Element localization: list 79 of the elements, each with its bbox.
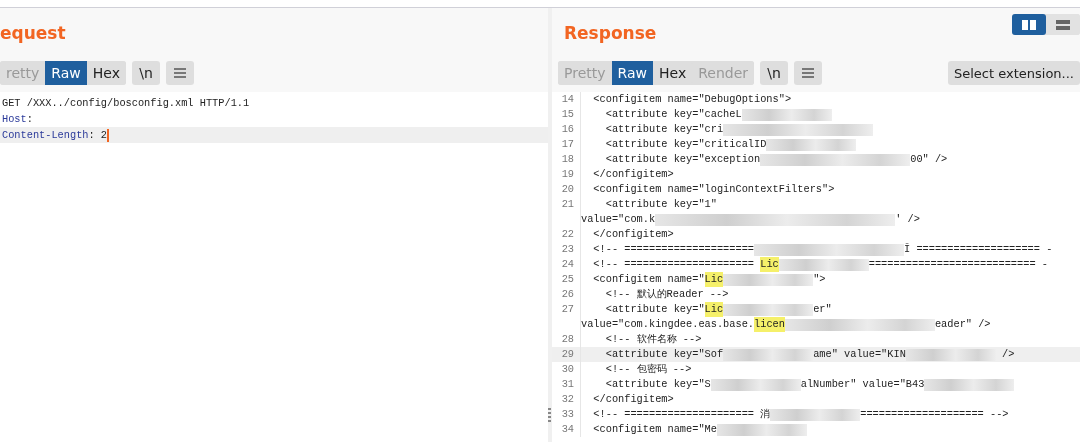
code-text: <configitem name=" bbox=[592, 272, 705, 287]
code-text: <attribute key="1" bbox=[604, 197, 717, 212]
code-text: </configitem> bbox=[592, 392, 674, 407]
code-text: <attribute key="cri bbox=[604, 122, 724, 137]
code-text: "> bbox=[813, 272, 826, 287]
code-text: <!-- ===================== bbox=[592, 257, 756, 272]
view-tab[interactable]: Raw bbox=[45, 61, 87, 85]
line-number: 14 bbox=[552, 92, 581, 107]
code-text: <configitem name="loginContextFilters"> bbox=[592, 182, 835, 197]
code-text: value="com.k bbox=[581, 212, 656, 227]
line-number: 24 bbox=[552, 257, 581, 272]
code-text: ' /> bbox=[895, 212, 920, 227]
line-number: 29 bbox=[552, 347, 581, 362]
side-by-side-button[interactable] bbox=[1012, 14, 1046, 35]
line-number: 31 bbox=[552, 377, 581, 392]
highlighted-text: Lic bbox=[704, 302, 724, 317]
menu-button[interactable] bbox=[794, 61, 822, 85]
menu-icon bbox=[801, 67, 815, 79]
code-text: <attribute key=" bbox=[604, 302, 705, 317]
code-text: : 2 bbox=[88, 128, 108, 143]
columns-icon bbox=[1021, 18, 1037, 31]
code-text: eader" /> bbox=[934, 317, 991, 332]
code-text: <!-- ===================== 消 bbox=[592, 407, 771, 422]
line-number: 21 bbox=[552, 197, 581, 212]
code-text: GET /XXX../config/bosconfig.xml HTTP/1.1 bbox=[2, 96, 250, 111]
line-number: 15 bbox=[552, 107, 581, 122]
code-text: <configitem name="DebugOptions"> bbox=[592, 92, 792, 107]
menu-icon bbox=[172, 67, 187, 79]
header-name: Host bbox=[2, 112, 27, 127]
select-extension-button[interactable]: Select extension... bbox=[948, 61, 1080, 85]
code-text: <!-- 默认的Reader --> bbox=[604, 287, 729, 302]
code-text: 00" /> bbox=[910, 152, 948, 167]
code-text: <attribute key="Sof bbox=[604, 347, 724, 362]
line-number: 16 bbox=[552, 122, 581, 137]
code-text: ==================== --> bbox=[860, 407, 1009, 422]
code-text: <attribute key="criticalID bbox=[604, 137, 767, 152]
code-text: =========================== - bbox=[868, 257, 1048, 272]
code-text: </configitem> bbox=[592, 167, 674, 182]
newline-button[interactable]: \n bbox=[760, 61, 788, 85]
line-number: 34 bbox=[552, 422, 581, 437]
resize-handle[interactable] bbox=[548, 408, 551, 422]
pane-title: Response bbox=[564, 23, 657, 43]
highlighted-text: licen bbox=[754, 317, 785, 332]
line-number: 23 bbox=[552, 242, 581, 257]
code-text: <attribute key="exception bbox=[604, 152, 761, 167]
line-number: 33 bbox=[552, 407, 581, 422]
code-text: <!-- ===================== bbox=[592, 242, 755, 257]
code-text: Ī ==================== - bbox=[904, 242, 1053, 257]
code-text: /> bbox=[1001, 347, 1015, 362]
code-text: alNumber" value="B43 bbox=[800, 377, 925, 392]
code-text: : bbox=[26, 112, 33, 127]
line-number: 18 bbox=[552, 152, 581, 167]
pane-title: equest bbox=[0, 23, 66, 43]
highlighted-text: Lic bbox=[704, 272, 724, 287]
line-number: 26 bbox=[552, 287, 581, 302]
code-text: <attribute key="S bbox=[604, 377, 711, 392]
code-text: <attribute key="cacheL bbox=[604, 107, 742, 122]
line-number: 25 bbox=[552, 272, 581, 287]
line-number: 30 bbox=[552, 362, 581, 377]
line-number: 19 bbox=[552, 167, 581, 182]
highlighted-text: Lic bbox=[760, 257, 779, 272]
rows-icon bbox=[1055, 18, 1071, 31]
code-text: <configitem name="Me bbox=[592, 422, 717, 437]
code-text: <!-- 软件名称 --> bbox=[604, 332, 702, 347]
code-text: value="com.kingdee.eas.base. bbox=[581, 317, 755, 332]
text-cursor bbox=[107, 128, 110, 142]
header-name: Content-Length bbox=[2, 128, 89, 143]
line-number: 32 bbox=[552, 392, 581, 407]
code-text: </configitem> bbox=[592, 227, 674, 242]
code-text: <!-- 包密码 --> bbox=[604, 362, 692, 377]
view-tab[interactable]: Raw bbox=[611, 61, 653, 85]
line-number: 20 bbox=[552, 182, 581, 197]
newline-button[interactable]: \n bbox=[131, 61, 160, 85]
line-number: 17 bbox=[552, 137, 581, 152]
code-text: er" bbox=[813, 302, 832, 317]
menu-button[interactable] bbox=[165, 61, 194, 85]
code-text: ame" value="KIN bbox=[813, 347, 906, 362]
line-number: 22 bbox=[552, 227, 581, 242]
line-number: 27 bbox=[552, 302, 581, 317]
